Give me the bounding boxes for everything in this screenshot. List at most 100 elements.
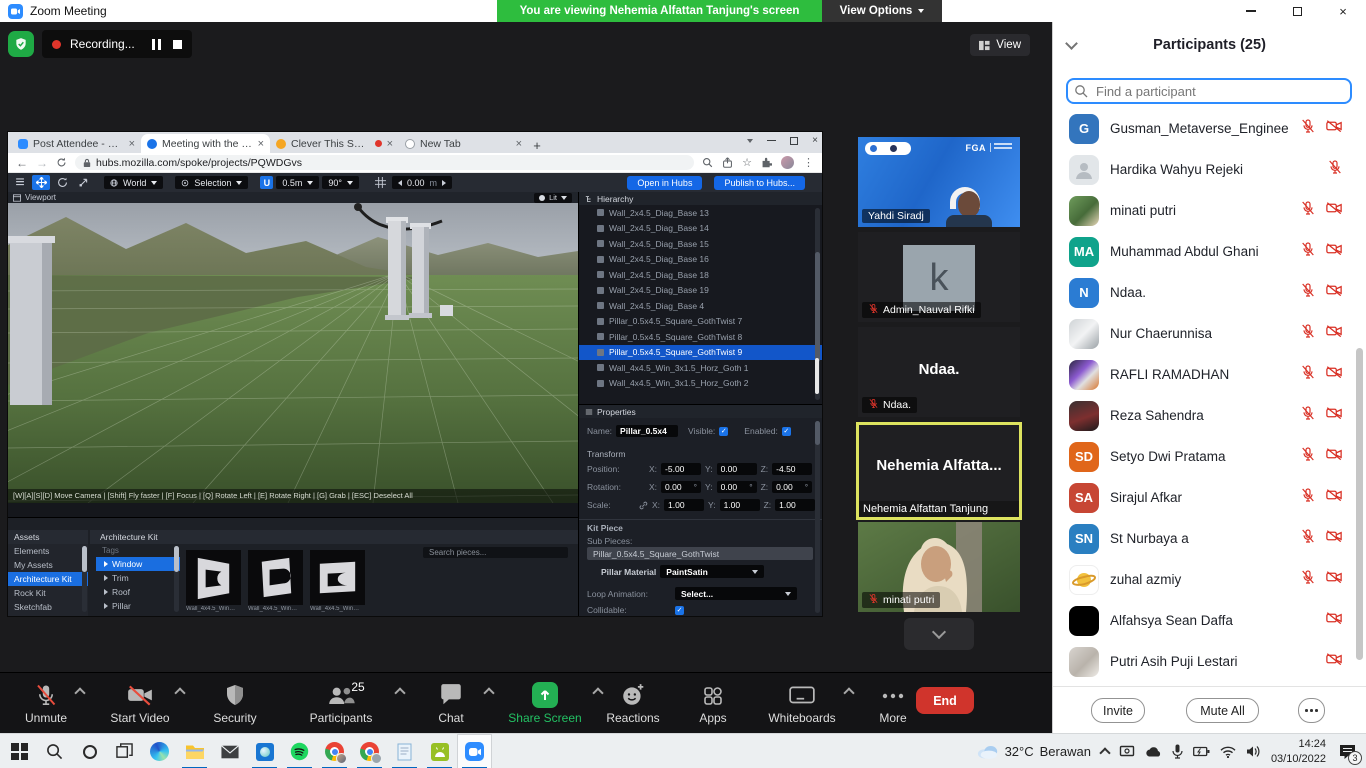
rotation-z-input[interactable]: 0.00° (772, 481, 812, 493)
scale-tool-button[interactable] (74, 175, 92, 190)
decrement-icon[interactable] (398, 180, 402, 186)
asset-tag[interactable]: Pillar (96, 599, 180, 613)
link-scale-icon[interactable] (639, 501, 648, 510)
share-screen-button[interactable]: Share Screen (497, 680, 593, 725)
browser-maximize-icon[interactable] (790, 137, 798, 145)
search-pieces-input[interactable] (423, 547, 568, 558)
taskbar-spotify-icon[interactable] (282, 734, 317, 768)
new-tab-button[interactable]: + (528, 138, 546, 153)
browser-tab[interactable]: Meeting with the view | Spoke b× (141, 134, 270, 153)
cast-screen-icon[interactable] (1119, 745, 1135, 759)
pillar-left[interactable] (8, 236, 55, 405)
view-layout-button[interactable]: View (970, 34, 1030, 56)
address-bar[interactable]: hubs.mozilla.com/spoke/projects/PQWDGvs (75, 155, 694, 170)
snap-toggle-button[interactable]: U (260, 176, 273, 189)
hierarchy-item[interactable]: Wall_2x4.5_Diag_Base 19 (579, 283, 822, 299)
taskbar-zoom-icon[interactable] (457, 734, 492, 768)
transform-pivot-dropdown[interactable]: Selection (175, 176, 248, 189)
tab-close-icon[interactable]: × (258, 138, 264, 150)
position-x-input[interactable]: -5.00 (661, 463, 701, 475)
video-tile-nehemia-active-speaker[interactable]: Nehemia Alfatta... Nehemia Alfattan Tanj… (856, 422, 1022, 520)
share-page-icon[interactable] (722, 157, 733, 168)
taskbar-notepad-icon[interactable] (387, 734, 422, 768)
pause-recording-button[interactable] (152, 39, 161, 50)
close-button[interactable]: × (1320, 0, 1366, 22)
grid-height-stepper[interactable]: 0.00 m (392, 176, 452, 189)
asset-tag[interactable]: Window (96, 557, 180, 571)
participant-row[interactable]: NNdaa. (1053, 272, 1359, 313)
asset-category[interactable]: Elements (8, 544, 88, 558)
browser-minimize-icon[interactable] (767, 140, 776, 141)
taskbar-file-explorer-icon[interactable] (177, 734, 212, 768)
asset-category[interactable]: My Assets (8, 558, 88, 572)
view-options-button[interactable]: View Options (822, 0, 942, 22)
publish-to-hubs-button[interactable]: Publish to Hubs... (714, 176, 805, 190)
action-center-button[interactable]: 3 (1336, 741, 1358, 763)
hierarchy-item[interactable]: Wall_2x4.5_Diag_Base 16 (579, 252, 822, 268)
thumbnails-resize-handle[interactable] (815, 358, 819, 394)
battery-icon[interactable] (1193, 746, 1210, 757)
video-tile-ndaa[interactable]: Ndaa. Ndaa. (858, 327, 1020, 417)
tags-scrollbar[interactable] (174, 546, 179, 612)
hierarchy-item[interactable]: Wall_2x4.5_Diag_Base 14 (579, 221, 822, 237)
scale-y-input[interactable]: 1.00 (720, 499, 760, 511)
participant-row[interactable]: Alfahsya Sean Daffa (1053, 600, 1359, 641)
profile-avatar[interactable] (781, 156, 794, 169)
start-video-button[interactable]: Start Video (92, 680, 188, 725)
pillar-material-dropdown[interactable]: PaintSatin (660, 565, 764, 578)
pillar-right[interactable] (409, 223, 432, 318)
taskbar-chrome-profile-1-icon[interactable] (317, 734, 352, 768)
asset-category[interactable]: Bing Images (8, 614, 88, 616)
microphone-tray-icon[interactable] (1172, 744, 1183, 759)
bookmark-star-icon[interactable]: ☆ (742, 156, 752, 169)
translate-tool-button[interactable] (32, 175, 50, 190)
forward-icon[interactable]: → (36, 157, 48, 169)
transform-space-dropdown[interactable]: World (104, 176, 163, 189)
maximize-button[interactable] (1274, 0, 1320, 22)
asset-tag[interactable]: Roof (96, 585, 180, 599)
hierarchy-item[interactable]: Wall_4x4.5_Win_3x1.5_Horz_Goth 1 (579, 360, 822, 376)
open-in-hubs-button[interactable]: Open in Hubs (627, 176, 702, 190)
position-z-input[interactable]: -4.50 (772, 463, 812, 475)
taskbar-blue-app-icon[interactable] (247, 734, 282, 768)
hierarchy-item[interactable]: Wall_2x4.5_Diag_Base 18 (579, 267, 822, 283)
tab-close-icon[interactable]: × (129, 138, 135, 150)
chat-button[interactable]: Chat (403, 680, 499, 725)
asset-category[interactable]: Rock Kit (8, 586, 88, 600)
video-tile-admin[interactable]: k Admin_Nauval Rifki (858, 232, 1020, 322)
taskbar-cortana-icon[interactable] (72, 734, 107, 768)
participant-row[interactable]: MAMuhammad Abdul Ghani (1053, 231, 1359, 272)
snap-move-dropdown[interactable]: 0.5m (276, 176, 319, 189)
taskbar-edge-icon[interactable] (142, 734, 177, 768)
onedrive-icon[interactable] (1145, 746, 1162, 758)
minimize-button[interactable] (1228, 0, 1274, 22)
hidden-icons-chevron[interactable] (1099, 747, 1110, 758)
browser-tab[interactable]: Clever This Shindig | Hubs b× (270, 134, 399, 153)
asset-thumbnail[interactable]: Wall_4x4.5_Win… (186, 550, 241, 612)
zoom-page-icon[interactable] (702, 157, 713, 168)
asset-thumbnail[interactable]: Wall_4x4.5_Win… (310, 550, 365, 612)
hierarchy-item[interactable]: Wall_2x4.5_Diag_Base 15 (579, 236, 822, 252)
asset-tag[interactable]: Trim (96, 571, 180, 585)
pillar-selected[interactable] (385, 217, 409, 320)
end-meeting-button[interactable]: End (916, 687, 974, 714)
scale-x-input[interactable]: 1.00 (664, 499, 704, 511)
taskbar-start-icon[interactable] (2, 734, 37, 768)
rotation-y-input[interactable]: 0.00° (717, 481, 757, 493)
video-tile-minati[interactable]: minati putri (858, 522, 1020, 612)
increment-icon[interactable] (442, 180, 446, 186)
participant-row[interactable]: Hardika Wahyu Rejeki (1053, 149, 1359, 190)
rotate-tool-button[interactable] (53, 175, 71, 190)
whiteboards-button[interactable]: Whiteboards (754, 680, 850, 725)
taskbar-chrome-profile-2-icon[interactable] (352, 734, 387, 768)
taskbar-search-icon[interactable] (37, 734, 72, 768)
more-options-button[interactable] (1298, 698, 1325, 723)
participant-row[interactable]: GGusman_Metaverse_Engineer (1053, 108, 1359, 149)
participant-row[interactable]: RAFLI RAMADHAN (1053, 354, 1359, 395)
clock-widget[interactable]: 14:24 03/10/2022 (1271, 737, 1326, 766)
participant-row[interactable]: SNSt Nurbaya a (1053, 518, 1359, 559)
participants-scrollbar[interactable] (1356, 348, 1363, 660)
properties-scrollbar[interactable] (815, 421, 820, 613)
asset-category[interactable]: Sketchfab (8, 600, 88, 614)
rotation-x-input[interactable]: 0.00° (661, 481, 701, 493)
